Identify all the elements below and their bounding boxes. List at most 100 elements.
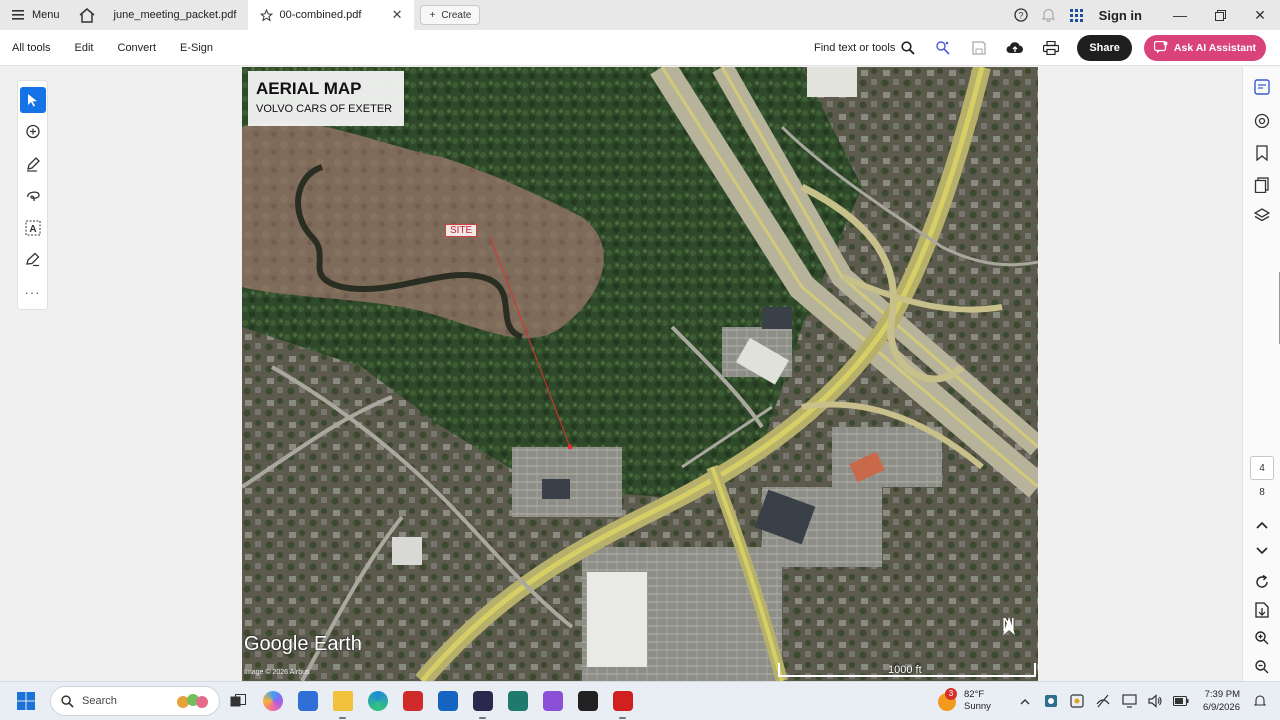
copilot-app[interactable]	[255, 682, 290, 720]
plus-icon: +	[429, 9, 436, 21]
ask-ai-assistant-button[interactable]: Ask AI Assistant	[1143, 34, 1266, 61]
save-icon[interactable]	[963, 33, 995, 63]
minimize-icon[interactable]: —	[1160, 0, 1200, 30]
star-icon[interactable]	[260, 8, 274, 22]
upload-cloud-icon[interactable]	[999, 33, 1031, 63]
file-explorer-app[interactable]	[325, 682, 360, 720]
aerial-map-image	[242, 67, 1038, 681]
text-tool[interactable]: A	[20, 215, 46, 241]
l-app[interactable]	[395, 682, 430, 720]
all-tools-menu[interactable]: All tools	[0, 42, 63, 54]
teal-app[interactable]	[500, 682, 535, 720]
find-label: Find text or tools	[814, 41, 896, 54]
ndi-icon	[577, 691, 598, 711]
tray-app-icon[interactable]	[1039, 686, 1063, 716]
add-comment-tool[interactable]	[20, 119, 46, 145]
esign-menu[interactable]: E-Sign	[168, 42, 225, 54]
purple-app-icon	[542, 691, 563, 711]
network-icon[interactable]	[1091, 686, 1115, 716]
find-tools-button[interactable]: Find text or tools	[806, 40, 923, 55]
volume-icon[interactable]	[1143, 686, 1167, 716]
select-tool[interactable]	[19, 87, 46, 113]
restore-icon[interactable]	[1200, 0, 1240, 30]
map-subtitle: VOLVO CARS OF EXETER	[256, 103, 393, 115]
comments-panel-icon[interactable]	[1252, 77, 1272, 97]
svg-text:?: ?	[1018, 11, 1023, 21]
show-hidden-icons[interactable]	[1013, 686, 1037, 716]
quick-tools-panel: A ···	[17, 80, 48, 310]
search-icon	[901, 40, 915, 55]
tab-combined[interactable]: 00-combined.pdf ✕	[248, 0, 415, 30]
weather-widget[interactable]: 3 82°F Sunny	[938, 688, 991, 713]
close-window-icon[interactable]: ✕	[1240, 0, 1280, 30]
menu-label: Menu	[32, 9, 60, 21]
search-highlight-icon	[177, 694, 208, 708]
sign-in-button[interactable]: Sign in	[1091, 8, 1160, 23]
notifications-bell-icon[interactable]	[1035, 0, 1063, 30]
more-tools-icon[interactable]: ···	[20, 279, 46, 305]
create-label: Create	[441, 9, 472, 21]
previous-page-icon[interactable]	[1252, 515, 1272, 535]
apps-grid-icon[interactable]	[1063, 0, 1091, 30]
create-button[interactable]: + Create	[420, 5, 481, 25]
display-icon[interactable]	[1117, 686, 1141, 716]
bookmark-icon[interactable]	[1252, 143, 1272, 163]
outlook-app[interactable]	[430, 682, 465, 720]
edge-icon	[367, 691, 388, 711]
rotate-icon[interactable]	[1252, 572, 1272, 592]
tab-june-meeting-packet[interactable]: june_meeting_packet.pdf	[102, 0, 249, 30]
clock-time: 7:39 PM	[1204, 689, 1240, 700]
layers-icon[interactable]	[1252, 206, 1272, 226]
onenote-app[interactable]	[535, 682, 570, 720]
pages-thumbnails-icon[interactable]	[1252, 175, 1272, 195]
battery-icon[interactable]	[1169, 686, 1193, 716]
cursor-arrow-icon	[27, 94, 37, 107]
home-button[interactable]	[72, 0, 102, 30]
highlight-tool[interactable]	[20, 151, 46, 177]
draw-tool[interactable]	[20, 183, 46, 209]
next-page-icon[interactable]	[1252, 541, 1272, 561]
copilot-icon	[262, 691, 283, 711]
extract-page-icon[interactable]	[1252, 600, 1272, 620]
zoom-in-icon[interactable]	[1252, 628, 1272, 648]
current-page-input[interactable]: 4	[1250, 456, 1274, 480]
north-arrow: N	[1002, 615, 1015, 636]
ndi-app[interactable]	[570, 682, 605, 720]
help-icon[interactable]: ?	[1007, 0, 1035, 30]
menu-button[interactable]: Menu	[0, 0, 72, 30]
edge-app[interactable]	[360, 682, 395, 720]
ai-tools-icon[interactable]	[927, 33, 959, 63]
sign-tool[interactable]	[20, 247, 46, 273]
system-tray: 7:39 PM 6/9/2026	[1013, 686, 1280, 716]
taskbar-search[interactable]: Search	[50, 686, 220, 716]
pen-icon	[26, 157, 40, 172]
start-button[interactable]	[6, 682, 46, 720]
pdf-page-aerial-map: AERIAL MAP VOLVO CARS OF EXETER SITE Goo…	[242, 67, 1038, 681]
signature-pen-icon	[25, 252, 39, 267]
dark-app-icon	[472, 691, 493, 711]
map-title-box: AERIAL MAP VOLVO CARS OF EXETER	[248, 71, 404, 126]
tab-label: june_meeting_packet.pdf	[113, 9, 237, 21]
close-tab-icon[interactable]: ✕	[392, 7, 403, 23]
title-bar: Menu june_meeting_packet.pdf 00-combined…	[0, 0, 1280, 30]
notification-center-icon[interactable]	[1248, 686, 1272, 716]
security-icon[interactable]	[1065, 686, 1089, 716]
share-button[interactable]: Share	[1077, 34, 1132, 61]
convert-menu[interactable]: Convert	[106, 42, 169, 54]
windows-taskbar: Search 3 82°F Sunny 7:39 PM 6/9/2026	[0, 681, 1280, 720]
purple-app[interactable]	[465, 682, 500, 720]
print-icon[interactable]	[1035, 33, 1067, 63]
search-icon	[61, 694, 74, 708]
attachments-icon[interactable]	[1252, 111, 1272, 131]
zoom-out-icon[interactable]	[1252, 657, 1272, 677]
acrobat-app[interactable]	[605, 682, 640, 720]
edit-menu[interactable]: Edit	[63, 42, 106, 54]
site-label: SITE	[445, 224, 478, 237]
store-icon	[297, 691, 318, 711]
system-clock[interactable]: 7:39 PM 6/9/2026	[1195, 688, 1246, 714]
task-view-button[interactable]	[220, 682, 255, 720]
weather-condition: Sunny	[964, 701, 991, 712]
store-app[interactable]	[290, 682, 325, 720]
right-rail: 4 8	[1242, 67, 1280, 681]
red-l-icon	[402, 691, 423, 711]
